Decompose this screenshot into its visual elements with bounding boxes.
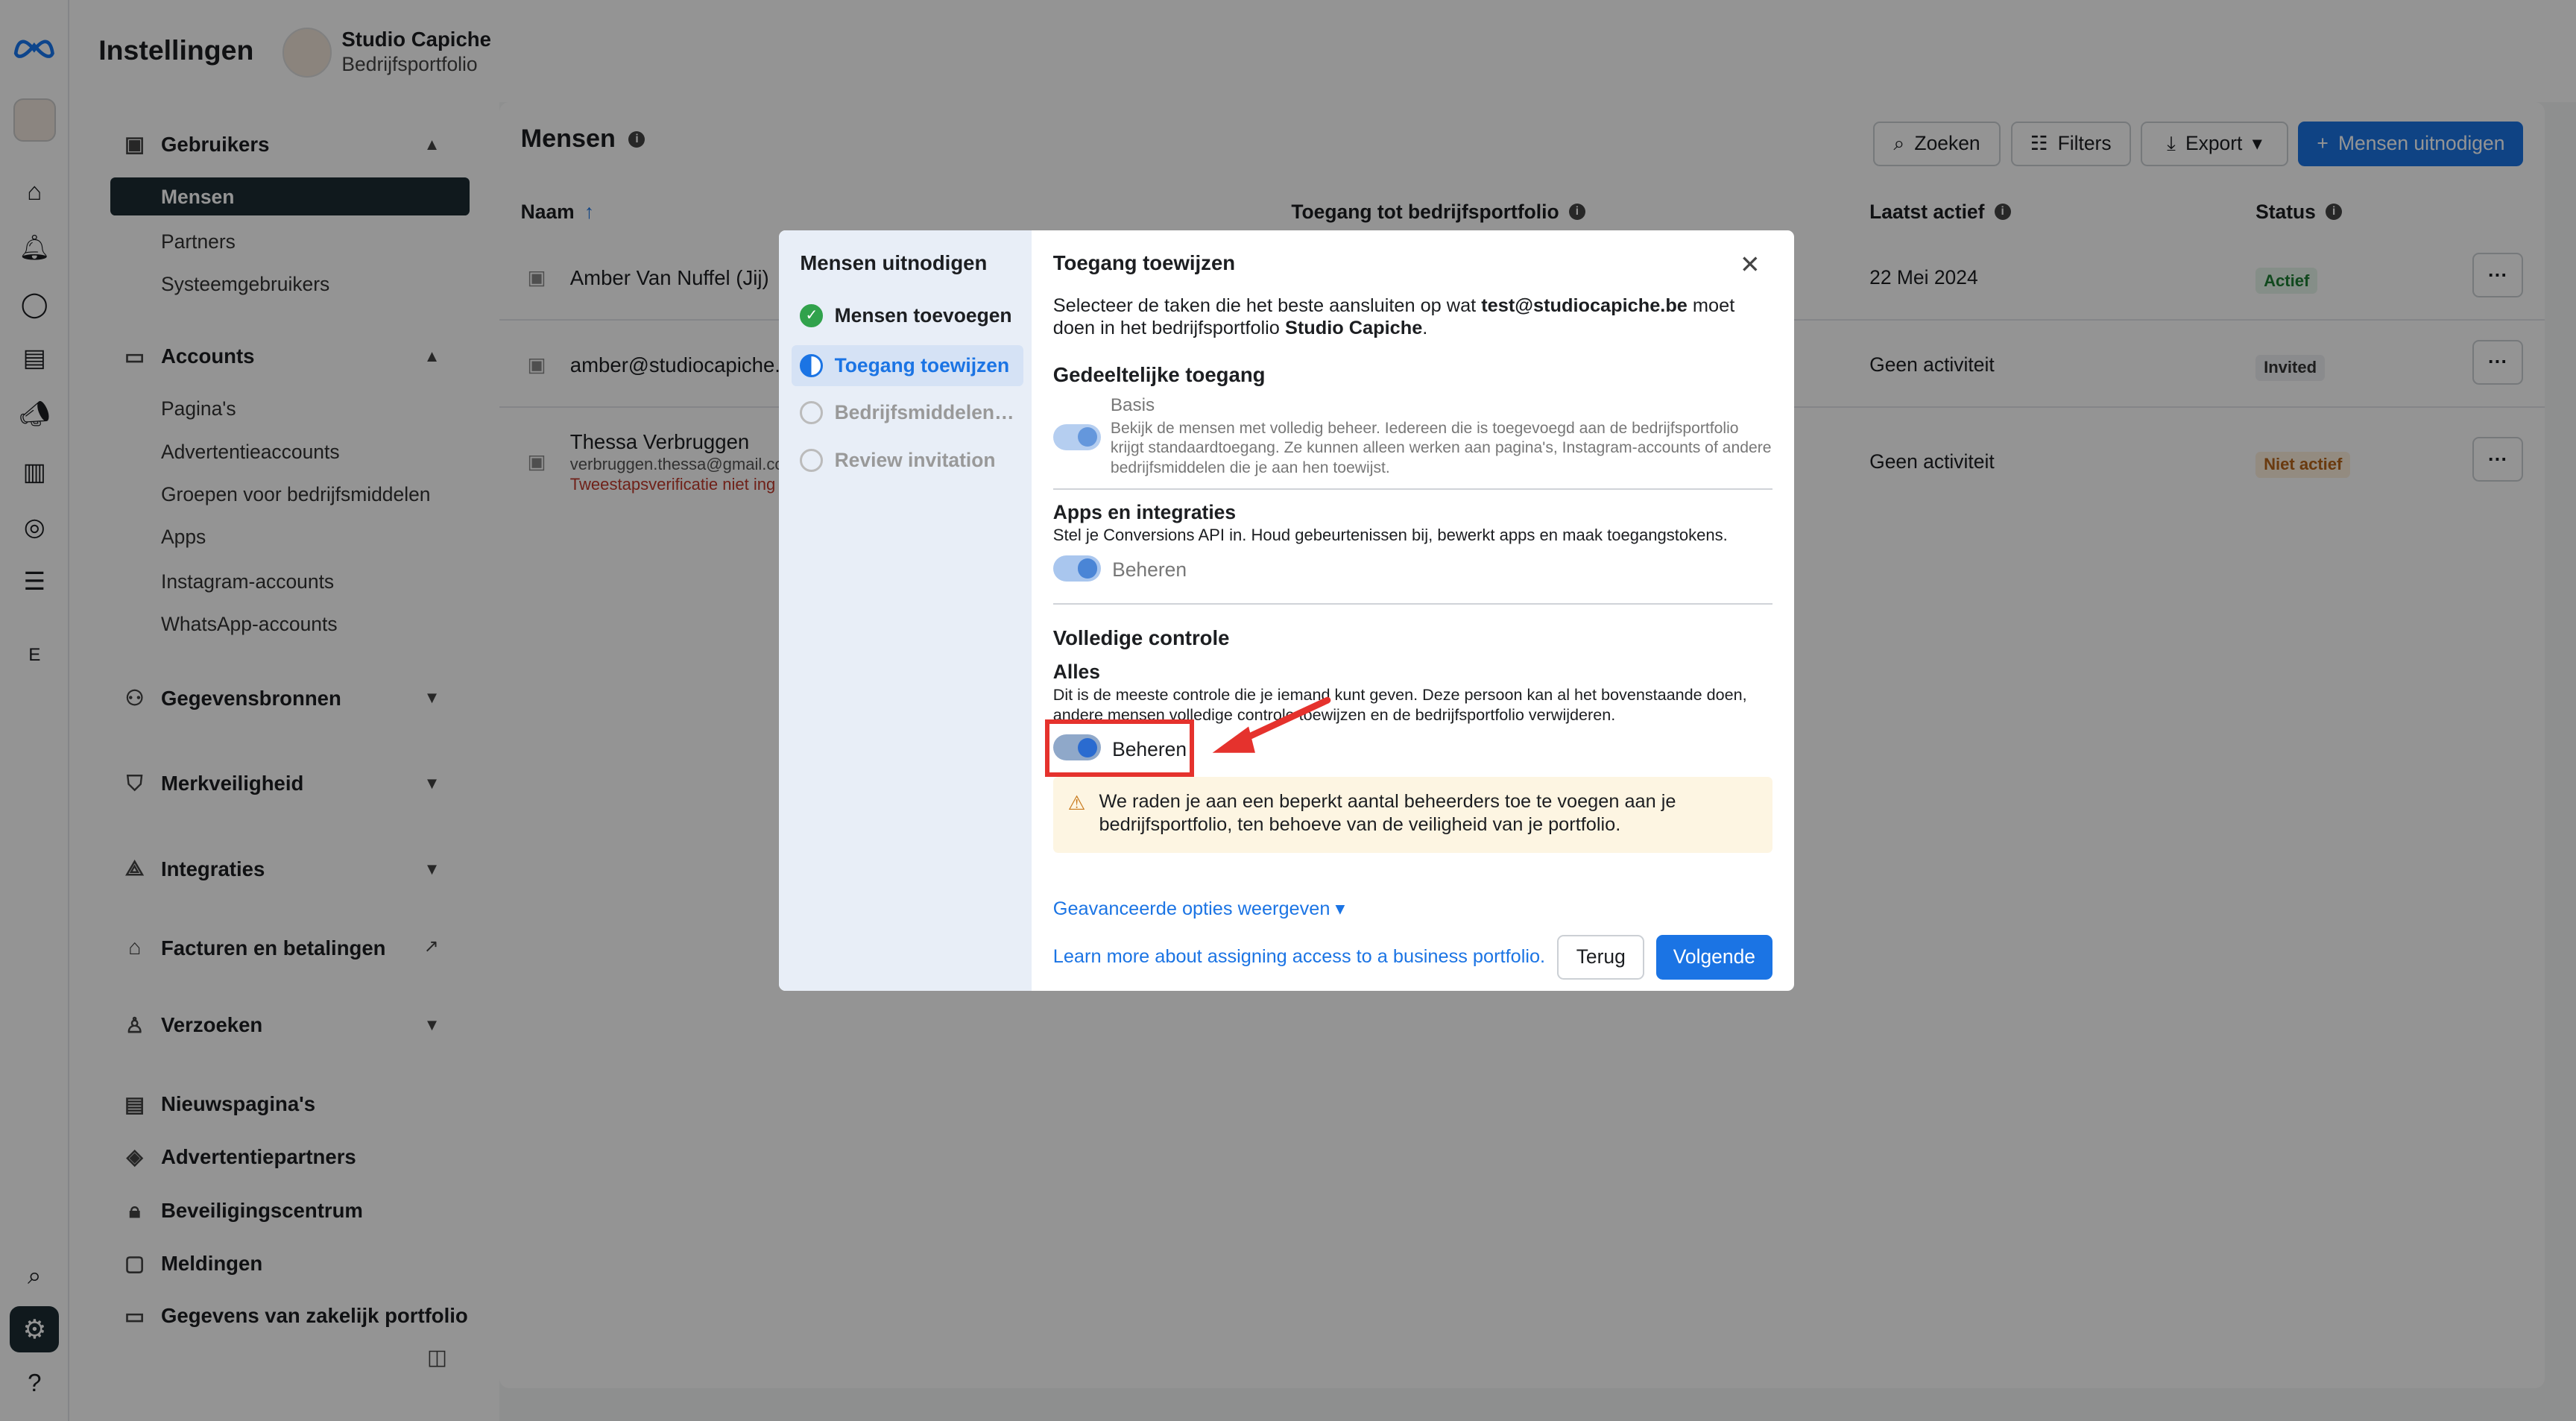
empty-circle-icon bbox=[800, 400, 824, 424]
steps-panel: Mensen uitnodigen ✓ Mensen toevoegen Toeg… bbox=[778, 230, 1032, 991]
toggle-knob bbox=[1077, 558, 1098, 579]
basis-label: Basis bbox=[1110, 395, 1155, 416]
basis-toggle bbox=[1052, 423, 1101, 450]
intro-email: test@studiocapiche.be bbox=[1481, 294, 1688, 316]
empty-circle-icon bbox=[800, 448, 824, 472]
apps-heading: Apps en integraties bbox=[1052, 501, 1237, 524]
warning-banner: ⚠ We raden je aan een beperkt aantal beh… bbox=[1052, 777, 1773, 853]
intro-business: Studio Capiche bbox=[1284, 318, 1423, 339]
dialog-heading: Toegang toewijzen bbox=[1052, 251, 1236, 275]
step-label: Bedrijfsmiddelen… bbox=[834, 400, 1014, 423]
annotation-highlight-box bbox=[1044, 719, 1195, 778]
learn-more-link[interactable]: Learn more about assigning access to a b… bbox=[1053, 946, 1545, 968]
full-control-subheading: Alles bbox=[1052, 660, 1100, 683]
toggle-knob bbox=[1077, 427, 1098, 447]
app: ⌂ 🔔︎ ◯ ▤ 📣︎ ▥ ◎ ☰ E ⌕ ⚙ ? Instellingen S… bbox=[0, 0, 2576, 1421]
apps-description: Stel je Conversions API in. Houd gebeurt… bbox=[1052, 526, 1728, 545]
step-label: Mensen toevoegen bbox=[834, 303, 1012, 327]
invite-dialog: Mensen uitnodigen ✓ Mensen toevoegen Toeg… bbox=[778, 230, 1794, 991]
basis-description: Bekijk de mensen met volledig beheer. Ie… bbox=[1110, 420, 1772, 476]
intro-text: . bbox=[1422, 318, 1428, 339]
back-button[interactable]: Terug bbox=[1557, 935, 1645, 980]
step-label: Review invitation bbox=[834, 448, 996, 471]
step-assign-access[interactable]: Toegang toewijzen bbox=[792, 344, 1024, 386]
close-icon[interactable]: ✕ bbox=[1740, 250, 1761, 280]
partial-access-heading: Gedeeltelijke toegang bbox=[1052, 363, 1266, 387]
caret-down-icon: ▾ bbox=[1335, 898, 1345, 920]
full-control-heading: Volledige controle bbox=[1052, 626, 1230, 649]
step-business-assets: Bedrijfsmiddelen… bbox=[800, 401, 1014, 424]
check-icon: ✓ bbox=[800, 303, 824, 327]
advanced-label: Geavanceerde opties weergeven bbox=[1052, 898, 1330, 920]
divider bbox=[1052, 602, 1773, 605]
advanced-options-link[interactable]: Geavanceerde opties weergeven ▾ bbox=[1053, 897, 1345, 920]
apps-manage-toggle[interactable] bbox=[1052, 555, 1101, 582]
step-review: Review invitation bbox=[800, 448, 996, 472]
next-button[interactable]: Volgende bbox=[1655, 935, 1773, 980]
intro-text: Selecteer de taken die het beste aanslui… bbox=[1052, 294, 1482, 316]
full-control-description: Dit is de meeste controle die je iemand … bbox=[1052, 685, 1747, 724]
warning-icon: ⚠ bbox=[1067, 792, 1086, 815]
step-add-people[interactable]: ✓ Mensen toevoegen bbox=[800, 303, 1012, 327]
step-label: Toegang toewijzen bbox=[834, 353, 1010, 376]
apps-toggle-label: Beheren bbox=[1112, 558, 1187, 582]
steps-title: Mensen uitnodigen bbox=[800, 251, 988, 275]
divider bbox=[1052, 488, 1773, 490]
annotation-arrow-icon bbox=[1212, 696, 1331, 753]
half-circle-icon bbox=[800, 353, 824, 377]
dialog-intro: Selecteer de taken die het beste aanslui… bbox=[1053, 294, 1760, 341]
warning-text: We raden je aan een beperkt aantal behee… bbox=[1099, 791, 1676, 835]
